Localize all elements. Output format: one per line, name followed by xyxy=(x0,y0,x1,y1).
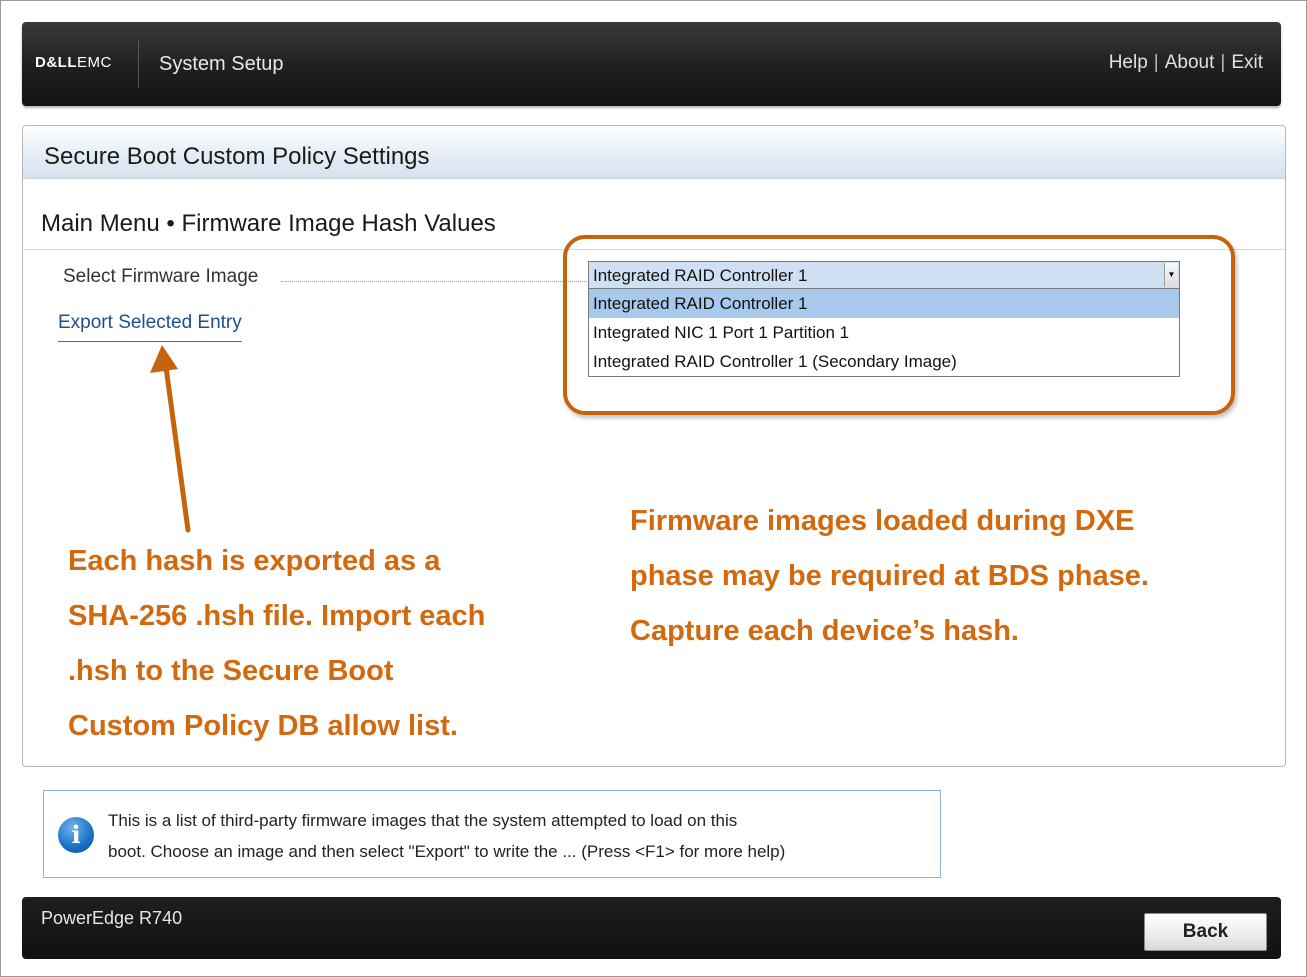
header-links: Help | About | Exit xyxy=(1109,52,1263,74)
info-icon: i xyxy=(58,817,94,853)
top-header-bar: D&LLEMC System Setup Help | About | Exit xyxy=(22,22,1281,106)
app-title: System Setup xyxy=(159,53,284,75)
about-link[interactable]: About xyxy=(1165,52,1215,73)
annotation-line: Firmware images loaded during DXE xyxy=(630,505,1135,537)
dell-emc-logo: D&LLEMC xyxy=(35,54,112,71)
annotation-right: Firmware images loaded during DXE phase … xyxy=(630,494,1290,659)
annotation-line: SHA-256 .hsh file. Import each xyxy=(68,600,486,632)
exit-link[interactable]: Exit xyxy=(1231,52,1263,73)
highlight-callout-box xyxy=(563,235,1235,415)
annotation-line: Capture each device’s hash. xyxy=(630,615,1019,647)
annotation-arrow-icon xyxy=(150,345,191,533)
help-line: boot. Choose an image and then select "E… xyxy=(108,842,786,861)
page-title: Secure Boot Custom Policy Settings xyxy=(44,143,430,170)
link-separator: | xyxy=(1153,52,1159,73)
link-separator: | xyxy=(1220,52,1226,73)
footer-bar: PowerEdge R740 Back xyxy=(22,897,1281,959)
select-firmware-label: Select Firmware Image xyxy=(63,266,259,287)
annotation-line: Custom Policy DB allow list. xyxy=(68,710,458,742)
dotted-leader xyxy=(281,281,587,282)
breadcrumb: Main Menu • Firmware Image Hash Values xyxy=(41,210,496,237)
logo-divider xyxy=(138,40,139,88)
annotation-line: Each hash is exported as a xyxy=(68,545,441,577)
annotation-left: Each hash is exported as a SHA-256 .hsh … xyxy=(68,534,588,754)
panel-header: Secure Boot Custom Policy Settings xyxy=(23,126,1285,179)
back-button[interactable]: Back xyxy=(1144,913,1267,951)
help-line: This is a list of third-party firmware i… xyxy=(108,811,738,830)
annotation-line: .hsh to the Secure Boot xyxy=(68,655,394,687)
help-text: This is a list of third-party firmware i… xyxy=(108,805,938,867)
help-message-box: i This is a list of third-party firmware… xyxy=(43,790,941,878)
system-model: PowerEdge R740 xyxy=(41,908,183,928)
export-selected-entry-link[interactable]: Export Selected Entry xyxy=(58,312,242,342)
annotation-line: phase may be required at BDS phase. xyxy=(630,560,1149,592)
help-link[interactable]: Help xyxy=(1109,52,1148,73)
